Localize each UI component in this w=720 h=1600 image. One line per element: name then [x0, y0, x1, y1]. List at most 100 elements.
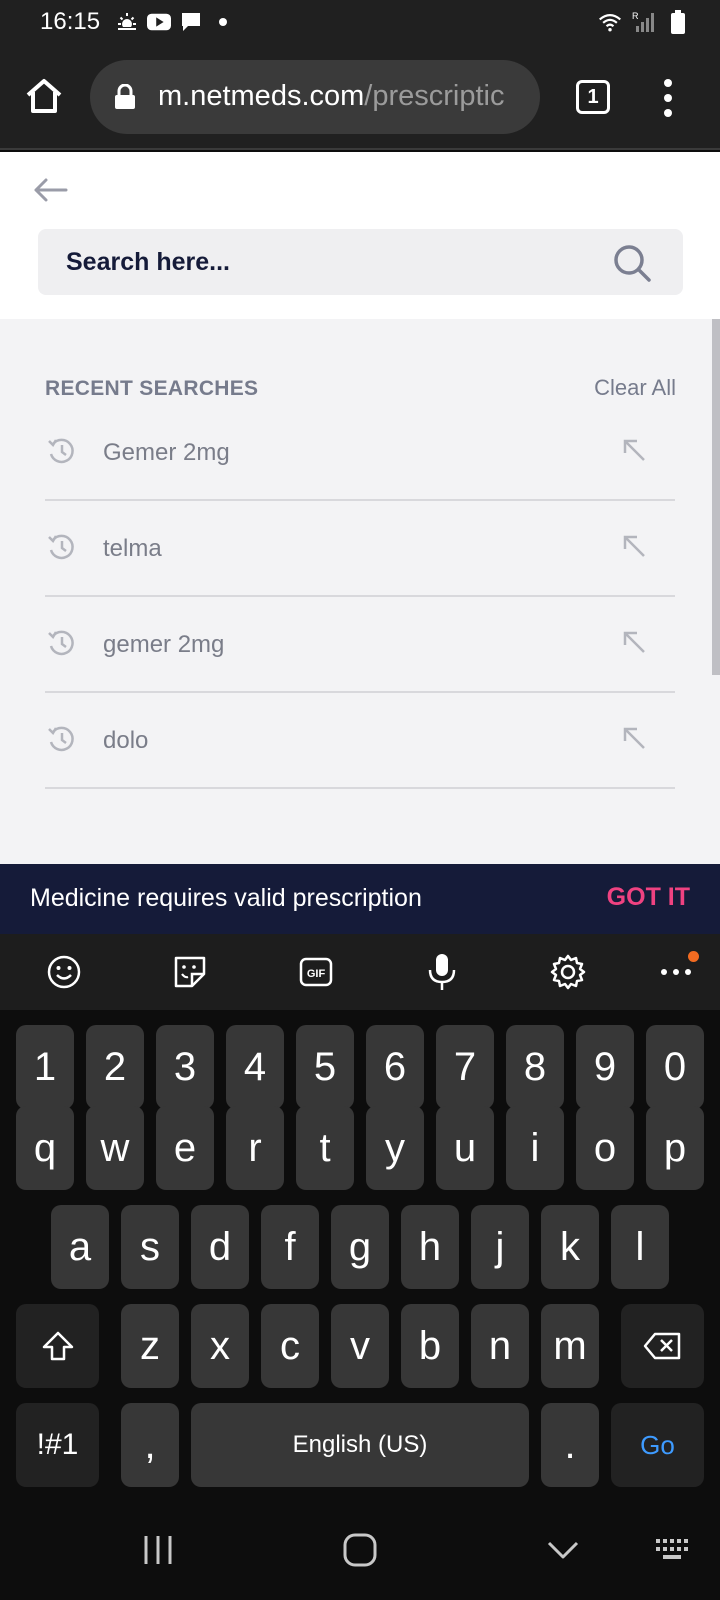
key-j[interactable]: j [471, 1205, 529, 1289]
key-b[interactable]: b [401, 1304, 459, 1388]
shift-icon [42, 1331, 73, 1361]
key-p[interactable]: p [646, 1106, 704, 1190]
key-u[interactable]: u [436, 1106, 494, 1190]
sticker-button[interactable] [168, 950, 212, 994]
recent-searches-title: RECENT SEARCHES [45, 377, 259, 400]
key-e[interactable]: e [156, 1106, 214, 1190]
key-y[interactable]: y [366, 1106, 424, 1190]
backspace-icon [643, 1332, 680, 1360]
fill-query-arrow-icon[interactable] [621, 725, 647, 751]
key-r[interactable]: r [226, 1106, 284, 1190]
sticker-icon [174, 956, 206, 988]
recent-search-label: telma [103, 535, 162, 562]
search-icon[interactable] [612, 243, 652, 283]
key-f[interactable]: f [261, 1205, 319, 1289]
symbols-key[interactable]: !#1 [16, 1403, 99, 1487]
key-q[interactable]: q [16, 1106, 74, 1190]
key-3[interactable]: 3 [156, 1025, 214, 1109]
back-button[interactable] [30, 170, 74, 210]
key-d[interactable]: d [191, 1205, 249, 1289]
key-0[interactable]: 0 [646, 1025, 704, 1109]
recent-searches-list: Gemer 2mg telma gemer 2mg dolo [45, 405, 675, 789]
key-4[interactable]: 4 [226, 1025, 284, 1109]
url-path: /prescriptic [364, 80, 505, 112]
more-dots-icon [661, 969, 691, 975]
fill-query-arrow-icon[interactable] [621, 437, 647, 463]
tab-count: 1 [576, 80, 610, 114]
key-t[interactable]: t [296, 1106, 354, 1190]
key-m[interactable]: m [541, 1304, 599, 1388]
key-x[interactable]: x [191, 1304, 249, 1388]
home-nav-icon [343, 1533, 377, 1567]
menu-dot [664, 79, 672, 87]
history-icon [48, 630, 74, 656]
soft-keyboard: 1 2 3 4 5 6 7 8 9 0 q w e r t y u i o p … [0, 1010, 720, 1500]
fill-query-arrow-icon[interactable] [621, 629, 647, 655]
key-2[interactable]: 2 [86, 1025, 144, 1109]
keyboard-icon [656, 1539, 688, 1559]
more-menu-button[interactable] [650, 74, 686, 122]
address-bar[interactable]: m.netmeds.com/prescriptic [90, 60, 540, 134]
key-i[interactable]: i [506, 1106, 564, 1190]
key-8[interactable]: 8 [506, 1025, 564, 1109]
key-k[interactable]: k [541, 1205, 599, 1289]
recents-button[interactable] [136, 1530, 180, 1570]
recents-icon [144, 1536, 172, 1564]
go-key[interactable]: Go [611, 1403, 704, 1487]
notification-dot [688, 951, 699, 962]
clear-all-button[interactable]: Clear All [594, 375, 676, 401]
recent-searches-panel: RECENT SEARCHES Clear All Gemer 2mg telm… [0, 319, 720, 864]
tabs-button[interactable]: 1 [573, 77, 613, 117]
hide-keyboard-button[interactable] [541, 1530, 585, 1570]
key-7[interactable]: 7 [436, 1025, 494, 1109]
period-key[interactable]: . [541, 1403, 599, 1487]
space-key[interactable]: English (US) [191, 1403, 529, 1487]
comma-key[interactable]: , [121, 1403, 179, 1487]
search-input[interactable] [66, 229, 586, 295]
svg-text:GIF: GIF [307, 968, 326, 980]
scrollbar[interactable] [712, 319, 720, 675]
key-w[interactable]: w [86, 1106, 144, 1190]
keyboard-settings-button[interactable] [546, 950, 590, 994]
recent-search-item[interactable]: Gemer 2mg [45, 405, 675, 501]
key-v[interactable]: v [331, 1304, 389, 1388]
prescription-message: Medicine requires valid prescription [30, 884, 422, 912]
gif-icon: GIF [299, 957, 333, 987]
recent-search-item[interactable]: dolo [45, 693, 675, 789]
message-icon [179, 10, 203, 34]
key-s[interactable]: s [121, 1205, 179, 1289]
key-5[interactable]: 5 [296, 1025, 354, 1109]
youtube-icon [147, 10, 171, 34]
menu-dot [664, 94, 672, 102]
home-nav-button[interactable] [338, 1530, 382, 1570]
url-text: m.netmeds.com/prescriptic [158, 80, 505, 113]
key-z[interactable]: z [121, 1304, 179, 1388]
keyboard-toolbar: GIF [0, 934, 720, 1010]
keyboard-switch-button[interactable] [652, 1530, 696, 1570]
recent-search-item[interactable]: telma [45, 501, 675, 597]
key-9[interactable]: 9 [576, 1025, 634, 1109]
key-c[interactable]: c [261, 1304, 319, 1388]
key-a[interactable]: a [51, 1205, 109, 1289]
got-it-button[interactable]: GOT IT [607, 883, 690, 912]
voice-input-button[interactable] [420, 950, 464, 994]
key-l[interactable]: l [611, 1205, 669, 1289]
key-1[interactable]: 1 [16, 1025, 74, 1109]
emoji-button[interactable] [42, 950, 86, 994]
wifi-icon [598, 10, 622, 34]
key-n[interactable]: n [471, 1304, 529, 1388]
key-o[interactable]: o [576, 1106, 634, 1190]
recent-search-item[interactable]: gemer 2mg [45, 597, 675, 693]
home-button[interactable] [22, 74, 70, 122]
fill-query-arrow-icon[interactable] [621, 533, 647, 559]
key-6[interactable]: 6 [366, 1025, 424, 1109]
svg-text:R: R [632, 11, 639, 21]
recent-search-label: Gemer 2mg [103, 439, 230, 466]
key-h[interactable]: h [401, 1205, 459, 1289]
gif-button[interactable]: GIF [294, 950, 338, 994]
history-icon [48, 726, 74, 752]
browser-toolbar: m.netmeds.com/prescriptic 1 [0, 44, 720, 150]
shift-key[interactable] [16, 1304, 99, 1388]
backspace-key[interactable] [621, 1304, 704, 1388]
key-g[interactable]: g [331, 1205, 389, 1289]
